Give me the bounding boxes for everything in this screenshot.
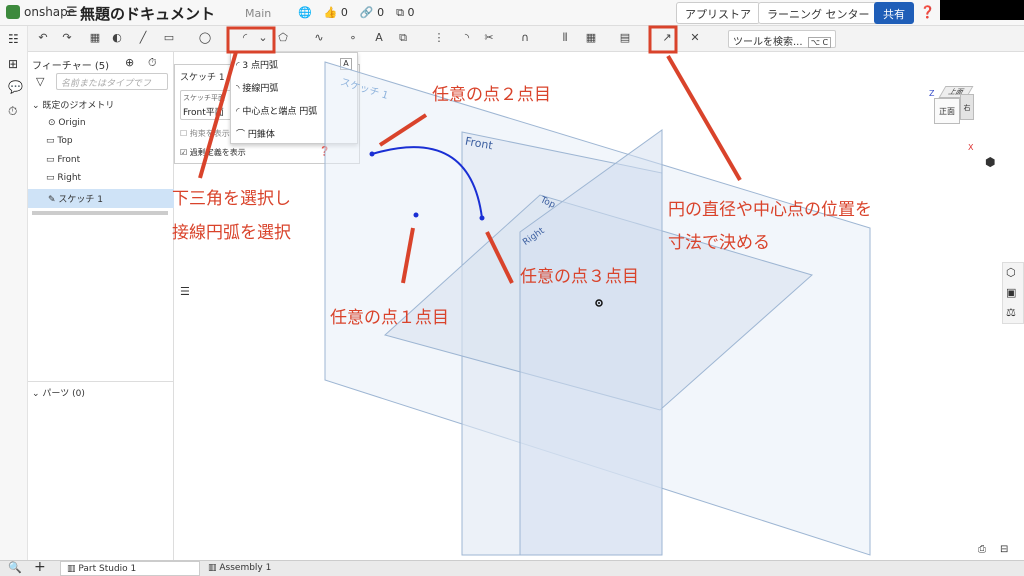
view-options-icon[interactable]: ⬢ — [985, 155, 995, 169]
annotation-dropdown-line1: 下三角を選択し — [172, 189, 291, 209]
measure-icon[interactable]: ⊟ — [1000, 544, 1008, 555]
cube-right-face[interactable]: 右 — [960, 94, 974, 120]
annotation-point3: 任意の点３点目 — [520, 267, 639, 287]
add-tab-icon[interactable]: + — [34, 559, 46, 575]
annotation-dropdown-line2: 接線円弧を選択 — [172, 223, 291, 243]
cube-front-face[interactable]: 正面 — [934, 98, 960, 124]
x-axis-label: X — [968, 143, 974, 152]
annotation-point1: 任意の点１点目 — [330, 308, 449, 328]
view-cube[interactable]: 上面 正面 右 — [932, 80, 982, 140]
annotation-point2: 任意の点２点目 — [432, 85, 551, 105]
appearance-icon[interactable]: ▣ — [1006, 286, 1016, 299]
mass-properties-icon[interactable]: ⚖ — [1006, 306, 1016, 319]
tab-assembly[interactable]: ▥ Assembly 1 — [202, 561, 342, 576]
arc-tool-highlight — [226, 26, 276, 54]
annotation-dimension-line2: 寸法で決める — [668, 233, 770, 253]
parts-view-icon[interactable]: ⬡ — [1006, 266, 1016, 279]
callout-arrow-dimension — [666, 54, 742, 182]
arc-point-3 — [479, 215, 485, 221]
arc-point-2 — [369, 151, 375, 157]
search-tabs-icon[interactable]: 🔍 — [8, 561, 22, 574]
dimension-tool-highlight — [648, 25, 678, 54]
annotation-dimension-line1: 円の直径や中心点の位置を — [668, 200, 872, 220]
arc-point-1 — [413, 212, 419, 218]
print-icon[interactable]: ⎙ — [978, 544, 986, 555]
tab-part-studio[interactable]: ▥ Part Studio 1 — [60, 561, 200, 576]
z-axis-label: Z — [929, 89, 935, 98]
callout-arrow-dropdown — [198, 51, 238, 179]
